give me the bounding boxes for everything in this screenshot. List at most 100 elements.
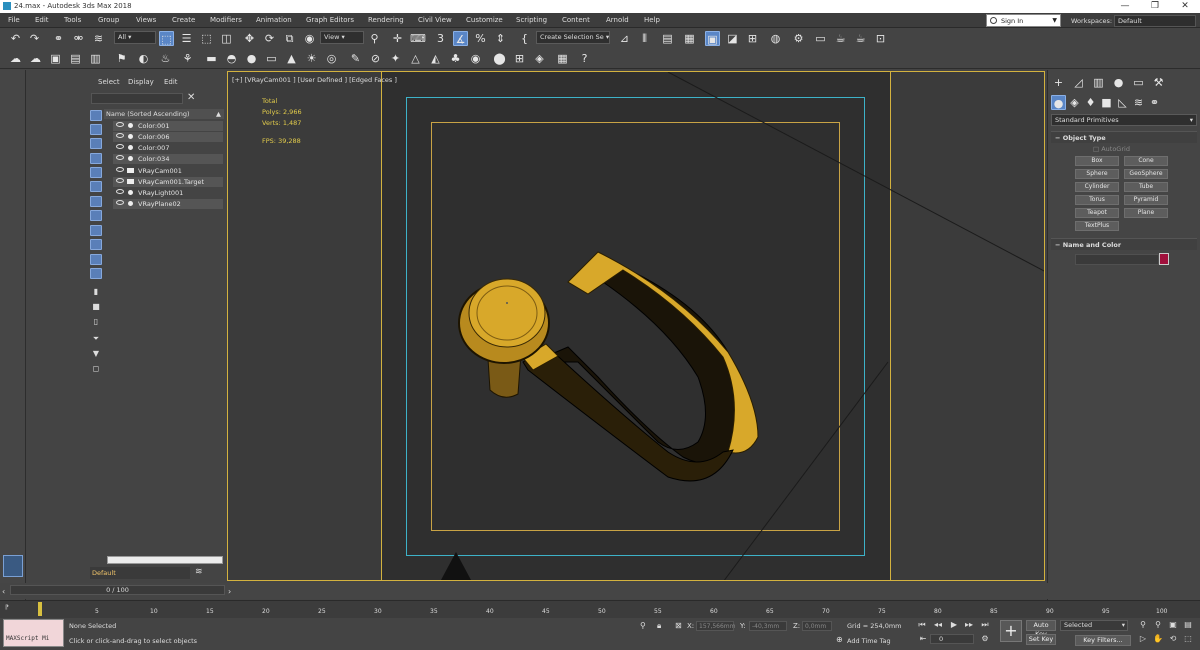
list-item[interactable]: Color:006 [113, 132, 223, 142]
zoom-extents-icon[interactable]: ▣ [1168, 620, 1178, 630]
display-shapes-icon[interactable] [90, 124, 102, 135]
next-key-icon[interactable]: ▸▸ [964, 620, 974, 630]
x-coordinate-field[interactable]: 157,566mm [696, 621, 736, 631]
z-coordinate-field[interactable]: 0,0mm [802, 621, 832, 631]
list-item[interactable]: Color:007 [113, 143, 223, 153]
cylinder-button[interactable]: Cylinder [1075, 182, 1119, 192]
hierarchy-tab-icon[interactable]: ▥ [1091, 75, 1106, 90]
list-item[interactable]: VRayCam001 [113, 166, 223, 176]
tab-display[interactable]: Display [128, 78, 154, 86]
placement-icon[interactable]: ◉ [302, 31, 317, 46]
snaps-toggle-icon[interactable]: 3 [433, 31, 448, 46]
menu-arnold[interactable]: Arnold [606, 16, 629, 24]
go-to-start-icon[interactable]: ⏮ [917, 620, 927, 630]
toggle-scene-explorer-icon[interactable]: ▦ [682, 31, 697, 46]
motion-tab-icon[interactable]: ● [1111, 75, 1126, 90]
spinner-snap-icon[interactable]: ⇕ [493, 31, 508, 46]
column-header[interactable]: Name (Sorted Ascending) ▲ [104, 109, 224, 119]
previous-frame-icon[interactable]: ◂◂ [933, 620, 943, 630]
workspace-dropdown[interactable]: Default [1114, 15, 1196, 27]
curve-editor-icon[interactable]: ◪ [725, 31, 740, 46]
tool-d-icon[interactable]: ⚘ [180, 51, 195, 66]
menu-scripting[interactable]: Scripting [516, 16, 547, 24]
pivot-center-icon[interactable]: ⚲ [367, 31, 382, 46]
layer-dropdown[interactable]: Default [90, 567, 190, 579]
list-item[interactable]: VRayLight001 [113, 188, 223, 198]
close-button[interactable]: ✕ [1170, 1, 1200, 11]
display-geometry-icon[interactable] [90, 110, 102, 121]
menu-customize[interactable]: Customize [466, 16, 503, 24]
select-object-icon[interactable]: ⬚ [159, 31, 174, 46]
play-icon[interactable]: ▶ [949, 620, 959, 630]
zoom-extents-all-icon[interactable]: ▤ [1183, 620, 1193, 630]
vray-dome-icon[interactable]: ◓ [224, 51, 239, 66]
select-by-name-icon[interactable]: ☰ [179, 31, 194, 46]
mirror-icon[interactable]: ⊿ [617, 31, 632, 46]
display-cameras-icon[interactable] [90, 153, 102, 164]
vray-sun-icon[interactable]: ☀ [304, 51, 319, 66]
menu-edit[interactable]: Edit [35, 16, 49, 24]
eye-icon[interactable] [116, 133, 124, 138]
list-item[interactable]: VRayCam001.Target [113, 177, 223, 187]
toggle-ribbon-icon[interactable]: ▣ [705, 31, 720, 46]
eye-icon[interactable] [116, 144, 124, 149]
maximize-button[interactable]: ❐ [1140, 1, 1170, 11]
vray-toolbar-icon[interactable]: ☁ [8, 51, 23, 66]
sign-in-dropdown[interactable]: Sign In ▼ [986, 14, 1061, 27]
render-production-icon[interactable]: ☕ [833, 31, 848, 46]
schematic-view-icon[interactable]: ⊞ [745, 31, 760, 46]
vray-ies-icon[interactable]: ▲ [284, 51, 299, 66]
menu-modifiers[interactable]: Modifiers [210, 16, 242, 24]
torus-button[interactable]: Torus [1075, 195, 1119, 205]
prev-frame-icon[interactable]: ‹ [2, 587, 5, 596]
menu-animation[interactable]: Animation [256, 16, 292, 24]
sphere-button[interactable]: Sphere [1075, 169, 1119, 179]
rendered-frame-window-icon[interactable]: ▭ [813, 31, 828, 46]
scale-icon[interactable]: ⧉ [282, 31, 297, 46]
menu-views[interactable]: Views [136, 16, 156, 24]
named-selection-dropdown[interactable]: Create Selection Se ▾ [536, 31, 610, 44]
menu-group[interactable]: Group [98, 16, 119, 24]
autogrid-checkbox[interactable]: □ AutoGrid [1093, 145, 1130, 153]
vray-mtl-lib-icon[interactable]: ⊞ [512, 51, 527, 66]
render-setup-icon[interactable]: ⚙ [791, 31, 806, 46]
zoom-icon[interactable]: ⚲ [1138, 620, 1148, 630]
vray-settings-icon[interactable]: ▦ [555, 51, 570, 66]
eye-icon[interactable] [116, 167, 124, 172]
menu-rendering[interactable]: Rendering [368, 16, 404, 24]
edit-named-sel-icon[interactable]: { [517, 31, 532, 46]
display-xrefs-icon[interactable] [90, 210, 102, 221]
maximize-viewport-icon[interactable]: ⬚ [1183, 634, 1193, 644]
display-groups-icon[interactable] [90, 196, 102, 207]
funnel-icon[interactable]: ▼ [91, 349, 101, 359]
redo-icon[interactable]: ↷ [27, 31, 42, 46]
vray-render-icon[interactable]: ▥ [88, 51, 103, 66]
textplus-button[interactable]: TextPlus [1075, 221, 1119, 231]
horizontal-scrollbar[interactable] [107, 556, 223, 564]
isolate-icon[interactable]: ⚲ [640, 621, 646, 630]
vray-plane-icon[interactable]: ▬ [204, 51, 219, 66]
vray-sphere-fade-icon[interactable]: △ [408, 51, 423, 66]
frame-buffer-icon[interactable]: ▣ [48, 51, 63, 66]
menu-create[interactable]: Create [172, 16, 195, 24]
vray-lights-icon[interactable]: ☁ [28, 51, 43, 66]
window-crossing-icon[interactable]: ◫ [219, 31, 234, 46]
pyramid-button[interactable]: Pyramid [1124, 195, 1168, 205]
vray-physical-cam-icon[interactable]: ✦ [388, 51, 403, 66]
display-none-icon[interactable]: ■ [91, 302, 101, 312]
unlink-icon[interactable]: ⚮ [71, 31, 86, 46]
object-name-field[interactable] [1075, 254, 1159, 265]
minimize-button[interactable]: — [1110, 1, 1140, 11]
vray-proxy-icon[interactable]: ⊘ [368, 51, 383, 66]
create-tab-icon[interactable]: + [1051, 75, 1066, 90]
viewport-label[interactable]: [+] [VRayCam001 ] [User Defined ] [Edged… [232, 76, 397, 84]
undo-icon[interactable]: ↶ [8, 31, 23, 46]
maxscript-listener[interactable]: MAXScript Mi [3, 619, 64, 647]
display-lights-icon[interactable] [90, 138, 102, 149]
menu-help[interactable]: Help [644, 16, 660, 24]
eye-icon[interactable] [116, 200, 124, 205]
display-invert-icon[interactable]: ▯ [91, 317, 101, 327]
orbit-icon[interactable]: ⟲ [1168, 634, 1178, 644]
tube-button[interactable]: Tube [1124, 182, 1168, 192]
link-icon[interactable]: ⚭ [51, 31, 66, 46]
